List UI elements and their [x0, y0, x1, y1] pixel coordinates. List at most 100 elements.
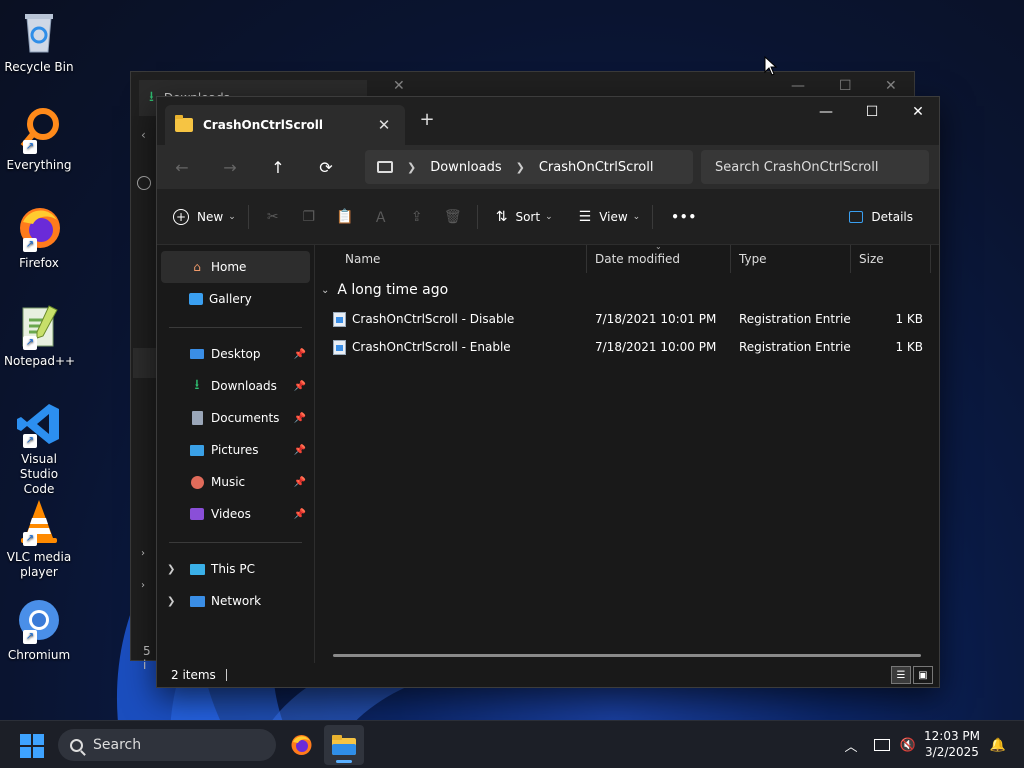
more-label: ••• [671, 209, 698, 224]
recycle-bin-icon [15, 8, 63, 56]
nav-item-pictures[interactable]: Pictures 📌 [157, 434, 314, 466]
breadcrumb-item[interactable]: Downloads [430, 160, 501, 175]
desktop-icon-vlc[interactable]: ↗ VLC media player [4, 498, 74, 580]
chevron-right-icon: ❯ [515, 160, 525, 174]
new-tab-button[interactable]: + [415, 109, 439, 130]
close-button[interactable]: ✕ [895, 97, 939, 127]
copy-icon[interactable]: ❐ [291, 201, 327, 233]
nav-item-videos[interactable]: Videos 📌 [157, 498, 314, 530]
tab-close-icon[interactable]: ✕ [373, 116, 395, 134]
nav-item-this-pc[interactable]: ❯ This PC [157, 553, 314, 585]
shortcut-arrow-icon: ↗ [23, 336, 37, 350]
network-tray-icon[interactable] [870, 721, 894, 768]
pin-icon[interactable]: 📌 [294, 381, 306, 392]
share-icon[interactable]: ⇪ [399, 201, 435, 233]
details-view-icon[interactable]: ☰ [891, 666, 911, 684]
desktop-icon-notepad[interactable]: ↗ Notepad++ [4, 302, 76, 369]
desktop-icon-recycle-bin[interactable]: Recycle Bin [4, 8, 74, 75]
bg-close-icon[interactable]: ✕ [885, 78, 897, 94]
search-input[interactable]: Search CrashOnCtrlScroll ⚲ [701, 150, 929, 184]
desktop-icon-chromium[interactable]: ↗ Chromium [4, 596, 74, 663]
horizontal-scrollbar[interactable] [333, 654, 921, 657]
windows-logo-icon [20, 734, 31, 745]
notifications-button[interactable]: 🔔 [986, 721, 1010, 768]
download-icon: ⭳ [194, 377, 200, 393]
file-date: 7/18/2021 10:00 PM [595, 340, 717, 354]
bg-back-icon[interactable]: ‹ [141, 128, 146, 142]
nav-divider [169, 327, 302, 328]
delete-icon[interactable]: 🗑 [435, 201, 471, 233]
network-status-icon [874, 739, 890, 751]
minimize-button[interactable]: — [803, 97, 849, 127]
nav-item-documents[interactable]: Documents 📌 [157, 402, 314, 434]
music-icon [189, 474, 205, 490]
taskbar-search[interactable]: Search [58, 729, 276, 761]
chevron-right-icon[interactable]: ❯ [167, 564, 175, 575]
address-bar[interactable]: ❯ Downloads ❯ CrashOnCtrlScroll [365, 150, 693, 184]
refresh-button[interactable]: ⟳ [311, 152, 341, 182]
bg-maximize-icon[interactable]: ☐ [839, 78, 852, 94]
rename-icon[interactable]: Ａ [363, 201, 399, 233]
pin-icon[interactable]: 📌 [294, 509, 306, 520]
firefox-icon: ↗ [15, 204, 63, 252]
tiles-view-icon[interactable]: ▣ [913, 666, 933, 684]
windows-logo-icon [20, 747, 31, 758]
cut-icon[interactable]: ✂ [255, 201, 291, 233]
tab-title: CrashOnCtrlScroll [203, 118, 323, 132]
tab-crashonctrlscroll[interactable]: CrashOnCtrlScroll ✕ [165, 105, 405, 145]
more-options-button[interactable]: ••• [665, 201, 703, 233]
chevron-right-icon[interactable]: ❯ [167, 596, 175, 607]
status-divider [225, 669, 227, 681]
bg-minimize-icon[interactable]: — [791, 78, 805, 94]
sort-button[interactable]: ⇅ Sort ⌄ [490, 201, 559, 233]
file-explorer-window[interactable]: CrashOnCtrlScroll ✕ + — ☐ ✕ ← → ↑ ⟳ ❯ Do… [156, 96, 940, 688]
pin-icon[interactable]: 📌 [294, 349, 306, 360]
nav-item-desktop[interactable]: Desktop 📌 [157, 338, 314, 370]
bell-icon: 🔔 [989, 737, 1007, 753]
nav-item-music[interactable]: Music 📌 [157, 466, 314, 498]
breadcrumb-item[interactable]: CrashOnCtrlScroll [539, 160, 654, 175]
details-button[interactable]: Details [843, 201, 919, 233]
nav-item-network[interactable]: ❯ Network [157, 585, 314, 617]
column-size[interactable]: Size [851, 245, 931, 273]
view-button[interactable]: ☰ View ⌄ [573, 201, 647, 233]
paste-icon[interactable]: 📋 [327, 201, 363, 233]
mouse-cursor-icon [764, 56, 778, 76]
bg-expand-icon[interactable]: › [141, 580, 145, 591]
desktop-icon-vscode[interactable]: ↗ Visual Studio Code [4, 400, 74, 497]
nav-item-label: Home [211, 260, 247, 274]
file-size: 1 KB [895, 312, 923, 326]
desktop-icon-label: Notepad++ [4, 354, 76, 368]
forward-button[interactable]: → [215, 152, 245, 182]
pin-icon[interactable]: 📌 [294, 445, 306, 456]
column-name[interactable]: Name [315, 245, 587, 273]
bg-tab-close-icon[interactable]: ✕ [393, 78, 405, 94]
up-button[interactable]: ↑ [263, 152, 293, 182]
system-clock[interactable]: 12:03 PM 3/2/2025 [924, 728, 980, 760]
column-headers: Name Date modified Type Size ⌄ [315, 242, 939, 273]
file-row[interactable]: CrashOnCtrlScroll - Disable 7/18/2021 10… [315, 305, 939, 333]
nav-item-label: Network [211, 594, 262, 608]
back-button[interactable]: ← [167, 152, 197, 182]
bg-expand-icon[interactable]: › [141, 548, 145, 559]
nav-item-downloads[interactable]: ⭳ Downloads 📌 [157, 370, 314, 402]
group-header[interactable]: ⌄ A long time ago [315, 275, 939, 305]
pin-icon[interactable]: 📌 [294, 477, 306, 488]
registry-file-icon [333, 339, 346, 355]
taskbar-file-explorer[interactable] [324, 725, 364, 765]
nav-item-home[interactable]: ⌂ Home [161, 251, 310, 283]
column-type[interactable]: Type [731, 245, 851, 273]
desktop-icon-everything[interactable]: ↗ Everything [4, 106, 74, 173]
show-hidden-icons-button[interactable]: ︿ [840, 721, 862, 768]
nav-item-gallery[interactable]: Gallery [157, 283, 314, 315]
file-row[interactable]: CrashOnCtrlScroll - Enable 7/18/2021 10:… [315, 333, 939, 361]
desktop-icon-firefox[interactable]: ↗ Firefox [4, 204, 74, 271]
maximize-button[interactable]: ☐ [849, 97, 895, 127]
file-type: Registration Entries [739, 312, 851, 326]
pin-icon[interactable]: 📌 [294, 413, 306, 424]
new-button[interactable]: + New ⌄ [167, 201, 242, 233]
taskbar-firefox[interactable] [281, 725, 321, 765]
shortcut-arrow-icon: ↗ [23, 630, 37, 644]
volume-tray-icon[interactable]: 🔇 [896, 721, 920, 768]
start-button[interactable] [20, 734, 44, 758]
